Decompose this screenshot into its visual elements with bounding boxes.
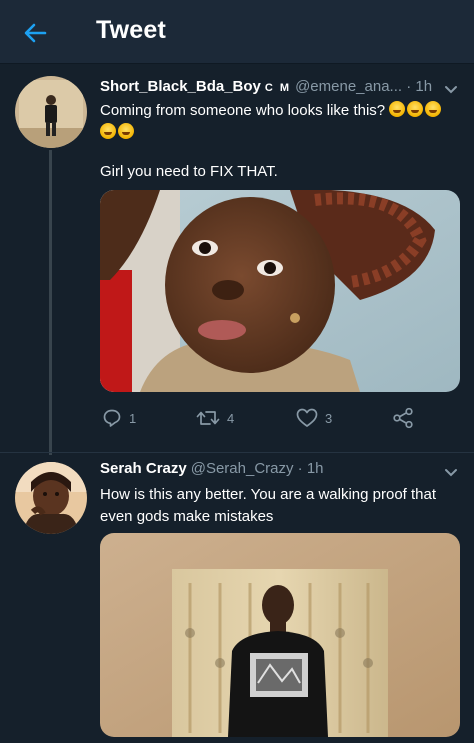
tweet-text-line-2: Girl you need to FIX THAT. <box>100 163 278 180</box>
tweet-header: Short_Black_Bda_Boy C M @emene_ana... · 1h <box>100 77 432 98</box>
reply-icon <box>103 409 121 427</box>
chevron-down-icon[interactable] <box>442 463 460 481</box>
tweet-text-line-1: Coming from someone who looks like this? <box>100 102 386 119</box>
avatar-photo <box>15 462 87 534</box>
reply-button[interactable]: 1 <box>102 404 136 432</box>
tweet-header: Serah Crazy @Serah_Crazy · 1h <box>100 459 324 479</box>
photo-man-portrait <box>100 533 460 737</box>
user-handle[interactable]: @Serah_Crazy <box>191 460 294 477</box>
tweet-2[interactable]: Serah Crazy @Serah_Crazy · 1h How is this… <box>0 452 474 743</box>
avatar-photo <box>15 76 87 148</box>
timestamp[interactable]: 1h <box>307 460 324 477</box>
share-button[interactable] <box>392 404 414 432</box>
tweet-actions: 1 4 3 <box>100 404 430 432</box>
tweet-image[interactable] <box>100 533 460 737</box>
page-title: Tweet <box>96 16 166 44</box>
chevron-down-icon[interactable] <box>442 80 460 98</box>
tweet-text: How is this any better. You are a walkin… <box>100 486 437 525</box>
arrow-left-icon[interactable] <box>20 18 50 48</box>
timestamp[interactable]: 1h <box>415 78 432 95</box>
photo-selfie <box>100 190 460 392</box>
display-name[interactable]: Serah Crazy <box>100 460 187 477</box>
retweet-icon <box>196 411 220 425</box>
heart-icon <box>296 408 318 427</box>
user-handle[interactable]: @emene_ana... <box>295 78 402 95</box>
display-name[interactable]: Short_Black_Bda_Boy <box>100 78 261 95</box>
reply-count: 1 <box>129 410 137 426</box>
separator-dot: · <box>406 78 412 95</box>
retweet-button[interactable]: 4 <box>196 404 234 432</box>
avatar[interactable] <box>15 76 87 148</box>
tweet-image[interactable] <box>100 190 460 392</box>
tweet-1[interactable]: Short_Black_Bda_Boy C M @emene_ana... · 1h… <box>0 64 474 452</box>
like-button[interactable]: 3 <box>296 404 332 432</box>
like-count: 3 <box>325 410 333 426</box>
tweet-text: Coming from someone who looks like this? <box>100 100 460 144</box>
retweet-count: 4 <box>227 410 235 426</box>
separator-dot: · <box>297 460 303 477</box>
top-bar: Tweet <box>0 0 474 64</box>
avatar[interactable] <box>15 462 87 534</box>
name-badge: C M <box>264 82 292 94</box>
share-icon <box>393 407 413 429</box>
